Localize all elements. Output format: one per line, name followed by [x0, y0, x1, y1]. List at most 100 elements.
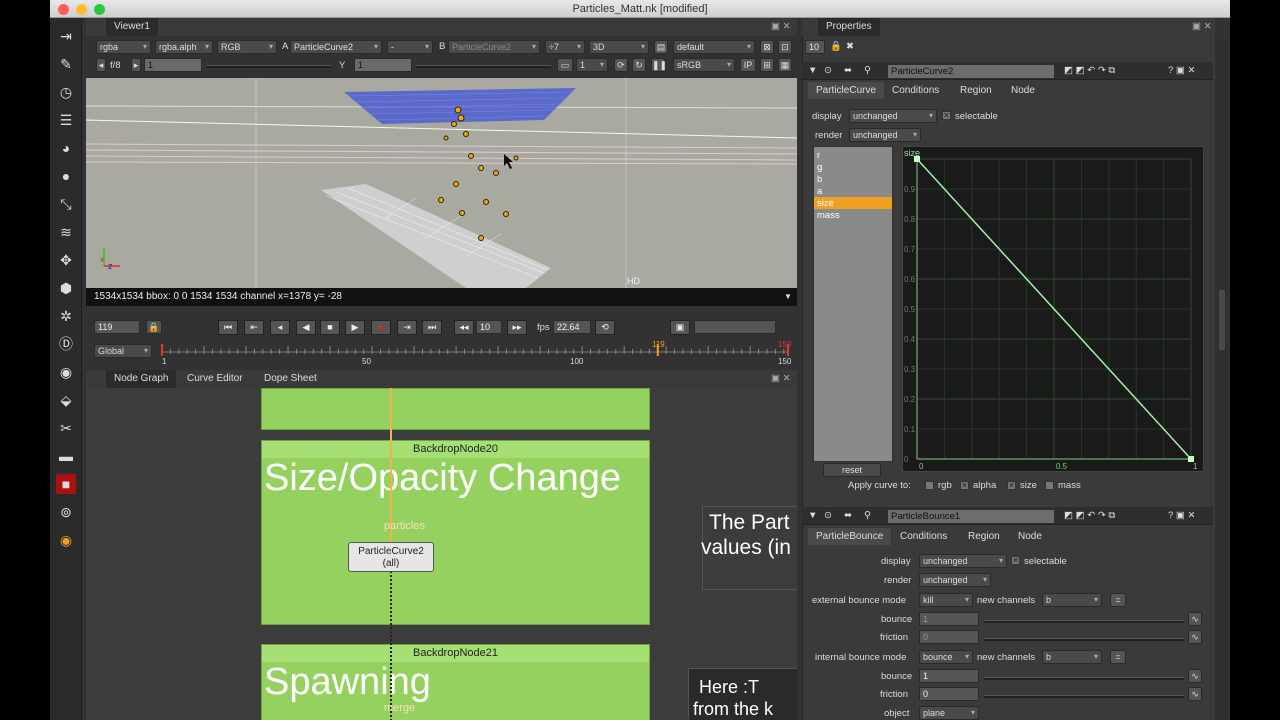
apply-rgb-checkbox[interactable] — [925, 481, 934, 490]
ext-channels-equal-button[interactable]: = — [1110, 593, 1126, 607]
chevron-right-icon[interactable]: ▸ — [131, 58, 141, 72]
drive-icon[interactable]: ▬ — [56, 446, 76, 466]
node-name-field[interactable]: ParticleCurve2 — [888, 65, 1054, 78]
int-channels-equal-button[interactable]: = — [1110, 650, 1126, 664]
flipbook-icon[interactable]: ▣ — [670, 320, 690, 335]
scissors-icon[interactable]: ✂ — [56, 418, 76, 438]
internal-bounce-field[interactable]: 1 — [919, 669, 979, 683]
backdrop-spawning[interactable]: BackdropNode21 Spawning — [261, 644, 650, 720]
input-icon[interactable]: ⬌ — [844, 65, 852, 76]
selectable-checkbox[interactable]: ✕ — [942, 111, 951, 120]
pen-icon[interactable]: ✎ — [56, 54, 76, 74]
animation-curve-icon[interactable]: ∿ — [1188, 630, 1202, 644]
tab-particlecurve[interactable]: ParticleCurve — [808, 82, 885, 99]
internal-friction-field[interactable]: 0 — [919, 687, 979, 701]
stop-icon[interactable]: ■ — [320, 320, 340, 335]
float-properties-icon[interactable]: ▣ ✕ — [1192, 21, 1212, 32]
timeline[interactable]: Global 1 50 100 150 119 150 — [86, 340, 797, 368]
friction-field[interactable]: 0 — [919, 630, 979, 644]
play-backward-icon[interactable]: ◀ — [296, 320, 316, 335]
help-icon[interactable]: ? ▣ ✕ — [1168, 65, 1196, 76]
lut-preset-dropdown[interactable]: default — [673, 40, 755, 54]
d-icon[interactable]: Ⓓ — [56, 334, 76, 354]
apply-alpha-checkbox[interactable]: ✕ — [960, 481, 969, 490]
collapse-icon[interactable]: ▼ — [808, 510, 817, 521]
tab-region[interactable]: Region — [960, 528, 1008, 545]
first-frame-icon[interactable]: ⏮ — [218, 320, 238, 335]
tab-node[interactable]: Node — [1003, 82, 1043, 99]
safe-area-icon[interactable]: ⊞ — [760, 58, 774, 72]
friction-slider[interactable] — [984, 638, 1184, 641]
gain-field[interactable]: 1 — [144, 58, 202, 72]
gamma-field[interactable]: 1 — [354, 58, 412, 72]
overlay-icon[interactable]: ⊠ — [760, 40, 774, 54]
render-dropdown[interactable]: unchanged — [919, 573, 991, 587]
display-dropdown[interactable]: unchanged — [849, 109, 937, 123]
help-icon[interactable]: ? ▣ ✕ — [1168, 510, 1196, 521]
monitor-icon[interactable]: ▭ — [557, 58, 573, 72]
3d-icon[interactable]: ⬢ — [56, 278, 76, 298]
lock-frame-icon[interactable]: 🔒 — [146, 320, 162, 334]
node-graph-canvas[interactable]: BackdropNode20 Size/Opacity Change Backd… — [86, 388, 797, 720]
lock-icon[interactable]: ▤ — [654, 40, 668, 54]
dock-icon[interactable]: ⚲ — [864, 510, 871, 521]
panel-tools-icon[interactable]: ◩ ◩ ↶ ↷ ⧉ — [1064, 510, 1115, 521]
channel-g[interactable]: g — [817, 162, 822, 173]
stack-icon[interactable]: ≋ — [56, 222, 76, 242]
clear-panels-icon[interactable]: ✖ — [846, 41, 854, 52]
red-cube-icon[interactable]: ■ — [56, 474, 76, 494]
skip-forward-icon[interactable]: ▸▸ — [507, 320, 527, 335]
animation-curve-icon[interactable]: ∿ — [1188, 669, 1202, 683]
tab-particlebounce[interactable]: ParticleBounce — [808, 528, 892, 545]
fps-field[interactable]: 22.64 — [553, 320, 591, 334]
node-name-field[interactable]: ParticleBounce1 — [888, 510, 1054, 523]
current-frame-marker[interactable]: 119 — [652, 340, 665, 349]
a-input-dropdown[interactable]: ParticleCurve2 — [290, 40, 382, 54]
channels-dropdown[interactable]: rgba — [96, 40, 151, 54]
display-dropdown[interactable]: unchanged — [919, 554, 1007, 568]
sticky-note[interactable]: The Part values (in — [701, 506, 797, 590]
external-bounce-mode-dropdown[interactable]: kill — [919, 593, 973, 607]
record-icon[interactable]: ● — [371, 320, 391, 335]
particlecurve2-node[interactable]: ParticleCurve2 (all) — [348, 542, 434, 572]
panel-tools-icon[interactable]: ◩ ◩ ↶ ↷ ⧉ — [1064, 65, 1115, 76]
mode-3d-dropdown[interactable]: 3D — [589, 40, 649, 54]
dock-icon[interactable]: ⚲ — [864, 65, 871, 76]
tab-region[interactable]: Region — [952, 82, 1000, 99]
layers-icon[interactable]: ☰ — [56, 110, 76, 130]
channel-list[interactable]: r g b a size mass — [813, 146, 893, 462]
backdrop-top[interactable] — [261, 388, 650, 430]
input-icon[interactable]: ⬌ — [844, 510, 852, 521]
alpha-dropdown[interactable]: rgba.alph — [155, 40, 213, 54]
lock-panels-icon[interactable]: 🔒 — [830, 41, 842, 52]
eye-icon[interactable]: ◉ — [56, 362, 76, 382]
b-input-dropdown[interactable]: ParticleCurve2 — [448, 40, 540, 54]
apply-mass-checkbox[interactable] — [1045, 481, 1054, 490]
max-panels-field[interactable]: 10 — [805, 40, 825, 54]
last-frame-icon[interactable]: ⏭ — [422, 320, 442, 335]
tab-properties[interactable]: Properties — [818, 18, 880, 36]
object-dropdown[interactable]: plane — [919, 706, 979, 720]
float-nodegraph-icon[interactable]: ▣ ✕ — [771, 373, 791, 384]
ext-new-channels-dropdown[interactable]: b — [1042, 593, 1102, 607]
int-new-channels-dropdown[interactable]: b — [1042, 650, 1102, 664]
animation-curve-icon[interactable]: ∿ — [1188, 687, 1202, 701]
fstop-offset-dropdown[interactable]: ÷7 — [545, 40, 585, 54]
channel-r[interactable]: r — [817, 150, 820, 161]
tab-dope-sheet[interactable]: Dope Sheet — [256, 370, 325, 388]
circle-w-icon[interactable]: ⊚ — [56, 502, 76, 522]
tab-curve-editor[interactable]: Curve Editor — [179, 370, 251, 388]
info-dropdown-icon[interactable]: ▼ — [784, 292, 792, 301]
channel-size[interactable]: size — [817, 198, 834, 209]
tab-node-graph[interactable]: Node Graph — [106, 370, 177, 388]
pause-icon[interactable]: ❚❚ — [651, 58, 667, 72]
loop-icon[interactable]: ⟲ — [595, 320, 615, 335]
bounce-field[interactable]: 1 — [919, 612, 979, 626]
chevron-left-icon[interactable]: ◂ — [96, 58, 106, 72]
tab-conditions[interactable]: Conditions — [884, 82, 947, 99]
prev-frame-icon[interactable]: ◂ — [270, 320, 290, 335]
gain-slider[interactable] — [206, 65, 331, 68]
colorspace-dropdown[interactable]: sRGB — [673, 58, 735, 72]
bounce-slider[interactable] — [984, 620, 1184, 623]
proxy-dropdown[interactable]: 1 — [576, 58, 608, 72]
